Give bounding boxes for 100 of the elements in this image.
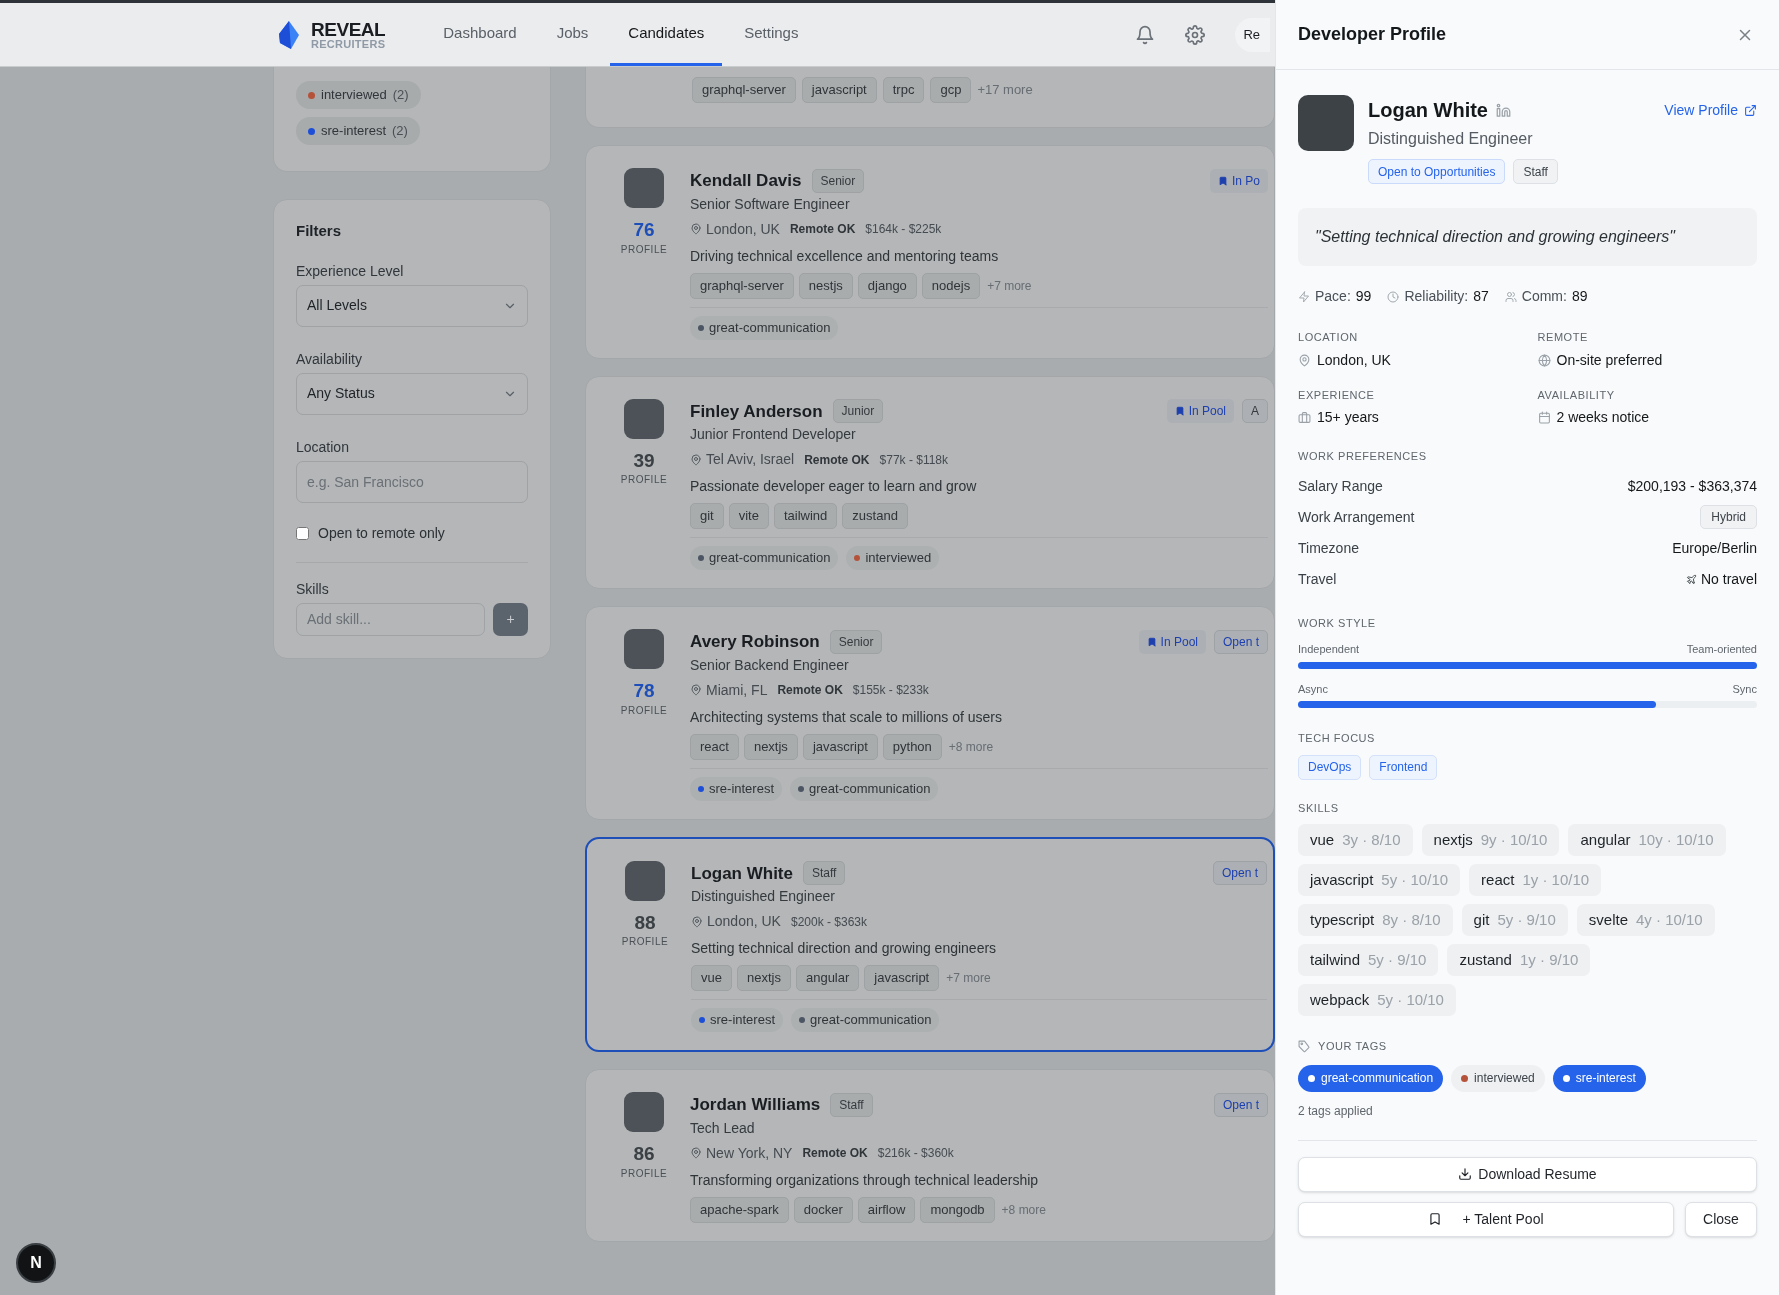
- skill-detail: 1y · 10/10: [1522, 869, 1590, 890]
- bookmark-icon: [1217, 175, 1228, 186]
- profile-quote: "Setting technical direction and growing engineers": [1298, 208, 1757, 266]
- tag-toggle[interactable]: sre-interest: [1552, 1064, 1646, 1092]
- skill-name: svelte: [1588, 909, 1628, 930]
- info-label: AVAILABILITY: [1537, 387, 1616, 403]
- location-input[interactable]: e.g. San Francisco: [296, 460, 528, 503]
- location-pin-icon: [690, 223, 702, 235]
- candidate-card[interactable]: [585, 145, 1275, 359]
- skill-name: react: [1481, 869, 1515, 890]
- skill-chip: gcp: [930, 77, 972, 103]
- skill-chip: trpc: [882, 77, 925, 103]
- tag-toggle[interactable]: interviewed: [1451, 1064, 1545, 1092]
- bookmark-icon: [1146, 636, 1157, 647]
- skill-name: tailwind: [1310, 949, 1361, 970]
- remote-label: Remote OK: [789, 221, 856, 238]
- social-profile-icon: [1496, 102, 1511, 118]
- talent-pool-button[interactable]: + Talent Pool: [1298, 1201, 1674, 1237]
- level-badge: Junior: [832, 399, 884, 424]
- tag-filter-pill[interactable]: sre-interest (2): [296, 117, 420, 145]
- drawer-title: Developer Profile: [1298, 23, 1447, 46]
- candidate-card[interactable]: 86 PROFILE Jordan Williams Staff Open t Tech Lead New York, NY Remote OK $216k - $360k Transforming organizations through technical leadership apache-spark docker airflow mongodb +8 more: [585, 1069, 1275, 1242]
- skill-detail: 5y · 9/10: [1497, 909, 1556, 930]
- candidate-card[interactable]: [585, 375, 1275, 589]
- plane-icon: [1685, 573, 1697, 585]
- candidate-name: Finley Anderson: [690, 400, 823, 423]
- more-skills-count: +7 more: [946, 970, 991, 987]
- close-button[interactable]: Close: [1685, 1201, 1757, 1237]
- section-heading: WORK PREFERENCES: [1298, 449, 1428, 464]
- candidate-title: Senior Backend Engineer: [690, 655, 850, 675]
- tag-label: great-communication: [809, 779, 931, 798]
- tag-toggle[interactable]: great-communication: [1298, 1064, 1444, 1092]
- more-skills-count: +7 more: [987, 277, 1032, 295]
- download-resume-button[interactable]: Download Resume: [1298, 1156, 1757, 1192]
- candidate-name: Avery Robinson: [690, 631, 820, 653]
- dev-tools-button[interactable]: N: [16, 1243, 56, 1283]
- select-field[interactable]: All Levels: [296, 284, 528, 327]
- skill-detail: 8y · 8/10: [1382, 909, 1441, 930]
- level-badge: Staff: [830, 1092, 873, 1117]
- user-menu-button[interactable]: Re: [1235, 17, 1270, 52]
- tech-focus-tag: DevOps: [1298, 754, 1362, 780]
- location-pin-icon: [1298, 353, 1311, 367]
- briefcase-icon: [1298, 411, 1311, 424]
- location-pin-icon: [690, 1147, 702, 1159]
- candidate-card[interactable]: [585, 836, 1275, 1052]
- logo-subtitle: RECRUITERS: [311, 38, 386, 50]
- remote-only-checkbox[interactable]: [296, 526, 309, 540]
- tag-label: great-communication: [709, 549, 831, 568]
- skill-name: angular: [1580, 829, 1631, 850]
- field-label: Location: [296, 437, 350, 457]
- level-badge: Staff: [803, 861, 846, 886]
- stat-value: 89: [1571, 287, 1588, 306]
- nav-tab[interactable]: Dashboard: [425, 3, 535, 66]
- section-heading: WORK STYLE: [1298, 615, 1377, 631]
- skill-chip: django: [857, 272, 917, 299]
- bolt-icon: [1298, 290, 1310, 303]
- skill-chip: javascript: [801, 77, 877, 103]
- skill-name: zustand: [1459, 949, 1512, 970]
- status-badge: Open t: [1213, 1092, 1268, 1117]
- salary-range: $77k - $118k: [879, 451, 949, 469]
- skill-chip: javascript: [864, 965, 940, 991]
- avatar-photo-placeholder: [624, 629, 664, 669]
- profile-score: 78: [633, 679, 655, 703]
- skill-name: typescript: [1310, 909, 1375, 930]
- tag-label: great-communication: [709, 318, 831, 337]
- remote-label: Remote OK: [777, 682, 843, 699]
- level-badge: Senior: [811, 168, 865, 193]
- candidate-title: Tech Lead: [690, 1118, 756, 1138]
- skill-chip: react: [690, 733, 739, 760]
- skill-name: git: [1473, 909, 1490, 930]
- users-icon: [1504, 290, 1517, 303]
- profile-score: 86: [633, 1142, 655, 1166]
- nav-tab[interactable]: Jobs: [538, 3, 607, 66]
- nav-tab[interactable]: Candidates: [610, 3, 723, 66]
- level-badge: Senior: [829, 629, 883, 654]
- avatar-photo-placeholder: [624, 398, 664, 439]
- more-skills-count: +8 more: [948, 738, 994, 756]
- tag-filter-pill[interactable]: interviewed (2): [296, 81, 421, 109]
- slider-label: Independent: [1298, 642, 1360, 657]
- skill-chip: nextjs: [743, 733, 798, 760]
- in-pool-badge: In Pool: [1138, 629, 1206, 654]
- skill-input[interactable]: Add skill...: [296, 602, 485, 636]
- skill-detail: 4y · 10/10: [1636, 909, 1703, 930]
- stat-label: Pace:: [1315, 287, 1351, 306]
- candidate-card[interactable]: [585, 606, 1275, 820]
- skill-detail: 1y · 9/10: [1519, 949, 1579, 970]
- skill-chip: zustand: [842, 503, 908, 529]
- select-field[interactable]: Any Status: [296, 372, 528, 415]
- skill-chip: mongodb: [920, 1196, 995, 1223]
- tag-count: (2): [392, 122, 408, 141]
- section-heading: TECH FOCUS: [1298, 731, 1376, 746]
- view-profile-link[interactable]: View Profile: [1664, 99, 1757, 121]
- globe-icon: [1537, 353, 1551, 367]
- skill-detail: 5y · 10/10: [1377, 989, 1444, 1010]
- nav-tab[interactable]: Settings: [726, 3, 817, 66]
- checkbox-label: Open to remote only: [318, 523, 445, 543]
- salary-range: $216k - $360k: [877, 1145, 954, 1162]
- add-skill-button[interactable]: +: [493, 602, 528, 636]
- stat-label: Comm:: [1521, 287, 1567, 306]
- salary-range: $200k - $363k: [790, 913, 867, 931]
